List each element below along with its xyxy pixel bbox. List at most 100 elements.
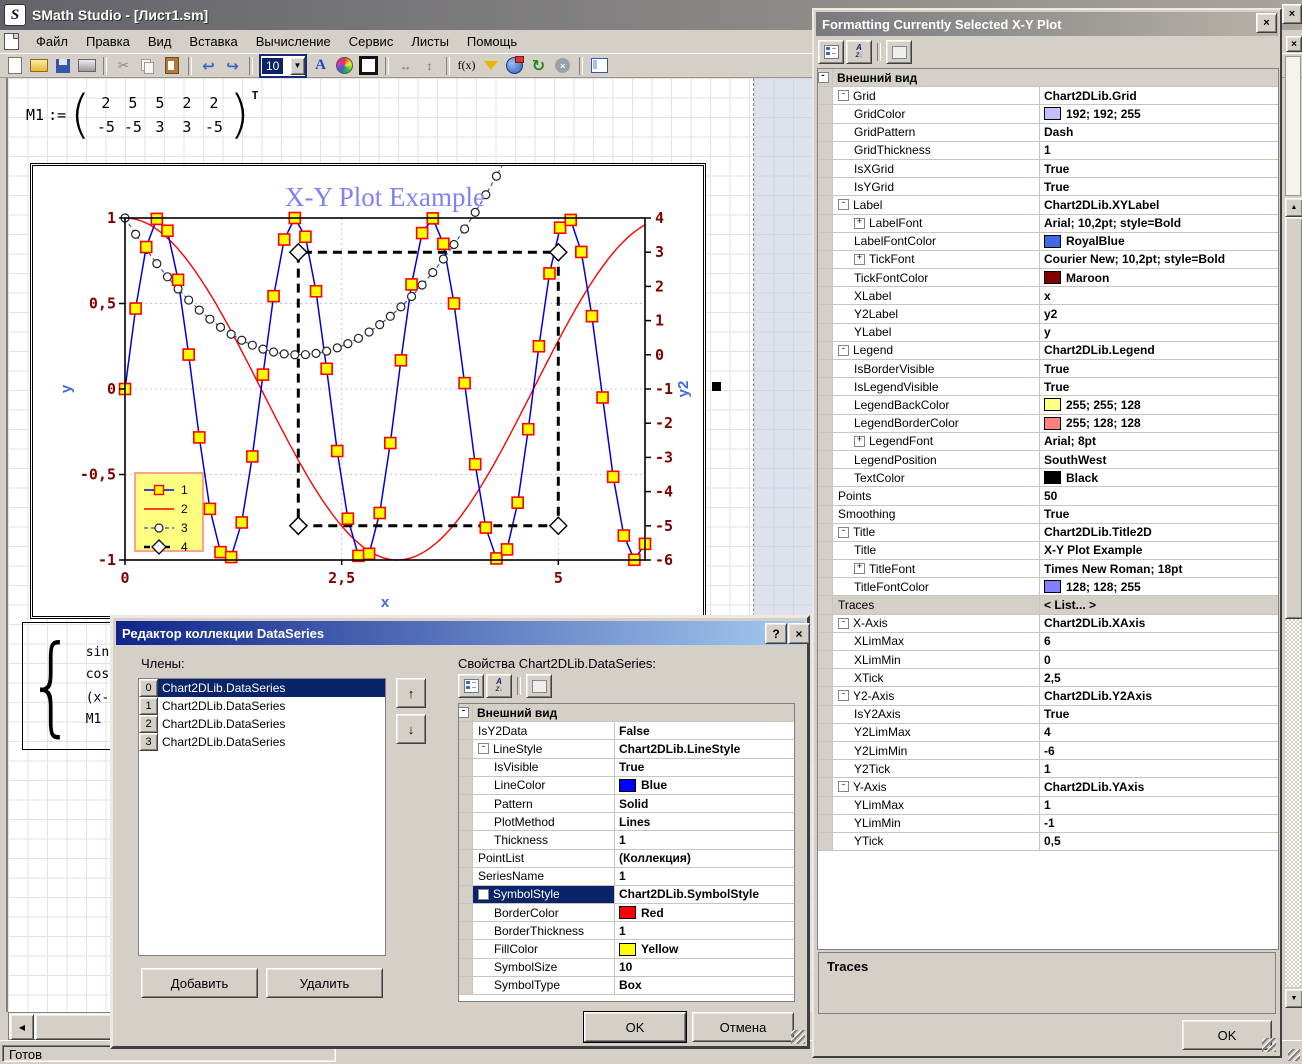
menu-вставка[interactable]: Вставка bbox=[180, 31, 246, 52]
menu-вид[interactable]: Вид bbox=[139, 31, 181, 52]
property-row[interactable]: IsBorderVisibleTrue bbox=[818, 360, 1278, 378]
property-value[interactable]: 10 bbox=[615, 959, 794, 976]
collapse-icon[interactable]: - bbox=[838, 527, 849, 538]
menu-правка[interactable]: Правка bbox=[77, 31, 139, 52]
property-row[interactable]: LegendBackColor255; 255; 128 bbox=[818, 396, 1278, 414]
dataseries-list-item[interactable]: 3Chart2DLib.DataSeries bbox=[139, 733, 385, 751]
collapse-icon[interactable]: - bbox=[818, 72, 829, 83]
save-icon[interactable] bbox=[52, 55, 73, 76]
remove-button[interactable]: Удалить bbox=[266, 968, 383, 998]
expand-icon[interactable]: + bbox=[854, 218, 865, 229]
property-row[interactable]: Y2LimMax4 bbox=[818, 724, 1278, 742]
property-value[interactable]: Chart2DLib.LineStyle bbox=[615, 740, 794, 757]
property-name[interactable]: SeriesName bbox=[473, 868, 615, 885]
property-value[interactable]: -6 bbox=[1040, 742, 1278, 759]
plot-resize-handle[interactable] bbox=[712, 382, 721, 391]
property-value[interactable]: Arial; 10,2pt; style=Bold bbox=[1040, 215, 1278, 232]
mdi-close-button[interactable]: × bbox=[1286, 36, 1302, 52]
document-icon[interactable] bbox=[4, 33, 19, 50]
property-row[interactable]: +TitleFontTimes New Roman; 18pt bbox=[818, 560, 1278, 578]
property-row[interactable]: -Y2-AxisChart2DLib.Y2Axis bbox=[818, 687, 1278, 705]
window-close-button[interactable]: × bbox=[1282, 4, 1302, 24]
property-row[interactable]: TitleX-Y Plot Example bbox=[818, 542, 1278, 560]
collapse-icon[interactable]: - bbox=[838, 618, 849, 629]
fontcolor-icon[interactable]: A bbox=[310, 55, 331, 76]
collapse-icon[interactable]: - bbox=[478, 743, 489, 754]
property-value[interactable]: 6 bbox=[1040, 633, 1278, 650]
property-value[interactable]: 192; 192; 255 bbox=[1040, 105, 1278, 122]
property-name[interactable]: -Grid bbox=[833, 87, 1040, 104]
collapse-icon[interactable]: - bbox=[478, 889, 489, 900]
property-value[interactable]: y bbox=[1040, 324, 1278, 341]
property-name[interactable]: LineColor bbox=[473, 777, 615, 794]
scroll-up-button[interactable]: ▲ bbox=[1285, 198, 1302, 217]
property-row[interactable]: PlotMethodLines bbox=[459, 813, 794, 831]
formatting-ok-button[interactable]: OK bbox=[1182, 1020, 1272, 1050]
collapse-icon[interactable]: - bbox=[838, 781, 849, 792]
property-name[interactable]: Traces bbox=[833, 596, 1040, 613]
property-row[interactable]: Y2Tick1 bbox=[818, 760, 1278, 778]
panel-resize-grip[interactable] bbox=[1262, 1038, 1276, 1052]
expand-icon[interactable]: + bbox=[854, 436, 865, 447]
property-name[interactable]: YTick bbox=[833, 833, 1040, 850]
property-row[interactable]: -LegendChart2DLib.Legend bbox=[818, 342, 1278, 360]
property-row[interactable]: BorderThickness1 bbox=[459, 922, 794, 940]
property-name[interactable]: PlotMethod bbox=[473, 813, 615, 830]
property-name[interactable]: Pattern bbox=[473, 795, 615, 812]
property-value[interactable]: Dash bbox=[1040, 124, 1278, 141]
property-row[interactable]: Traces< List... > bbox=[818, 596, 1278, 614]
property-name[interactable]: -Label bbox=[833, 196, 1040, 213]
property-name[interactable]: Title bbox=[833, 542, 1040, 559]
function-system-region[interactable]: { sin(4·x)cos(x)(x-2)2M1 bbox=[22, 622, 116, 750]
property-value[interactable]: True bbox=[1040, 178, 1278, 195]
property-name[interactable]: -X-Axis bbox=[833, 615, 1040, 632]
menu-вычисление[interactable]: Вычисление bbox=[247, 31, 340, 52]
dialog-help-icon[interactable]: ? bbox=[765, 623, 787, 644]
filter-icon[interactable] bbox=[480, 55, 501, 76]
property-row[interactable]: YLimMax1 bbox=[818, 797, 1278, 815]
property-value[interactable]: Chart2DLib.Grid bbox=[1040, 87, 1278, 104]
property-row[interactable]: YTick0,5 bbox=[818, 833, 1278, 851]
property-row[interactable]: XLimMax6 bbox=[818, 633, 1278, 651]
property-name[interactable]: BorderColor bbox=[473, 904, 615, 921]
property-name[interactable]: -Title bbox=[833, 524, 1040, 541]
property-name[interactable]: YLimMin bbox=[833, 815, 1040, 832]
add-button[interactable]: Добавить bbox=[141, 968, 258, 998]
property-row[interactable]: -LineStyleChart2DLib.LineStyle bbox=[459, 740, 794, 758]
property-value[interactable]: 255; 128; 128 bbox=[1040, 415, 1278, 432]
property-name[interactable]: -SymbolStyle bbox=[473, 886, 615, 903]
property-row[interactable]: Y2LimMin-6 bbox=[818, 742, 1278, 760]
property-value[interactable]: 255; 255; 128 bbox=[1040, 396, 1278, 413]
cancel-button[interactable]: Отмена bbox=[692, 1012, 794, 1042]
property-name[interactable]: SymbolType bbox=[473, 977, 615, 994]
property-name[interactable]: TickFontColor bbox=[833, 269, 1040, 286]
collapse-icon[interactable]: - bbox=[838, 90, 849, 101]
property-value[interactable]: Maroon bbox=[1040, 269, 1278, 286]
property-name[interactable]: XLabel bbox=[833, 287, 1040, 304]
property-name[interactable]: +LegendFont bbox=[833, 433, 1040, 450]
property-row[interactable]: -X-AxisChart2DLib.XAxis bbox=[818, 615, 1278, 633]
property-value[interactable]: 1 bbox=[1040, 760, 1278, 777]
property-value[interactable]: Chart2DLib.Title2D bbox=[1040, 524, 1278, 541]
move-up-icon[interactable]: ↑ bbox=[396, 678, 426, 708]
xy-plot-region[interactable]: 10,50-0,5-143210-1-2-3-4-5-602,55X-Y Plo… bbox=[30, 163, 706, 619]
property-row[interactable]: -GridChart2DLib.Grid bbox=[818, 87, 1278, 105]
menu-сервис[interactable]: Сервис bbox=[340, 31, 403, 52]
property-value[interactable]: Chart2DLib.XYLabel bbox=[1040, 196, 1278, 213]
paste-icon[interactable] bbox=[161, 55, 182, 76]
property-name[interactable]: IsY2Data bbox=[473, 722, 615, 739]
property-row[interactable]: +TickFontCourier New; 10,2pt; style=Bold bbox=[818, 251, 1278, 269]
property-row[interactable]: +LabelFontArial; 10,2pt; style=Bold bbox=[818, 215, 1278, 233]
menu-файл[interactable]: Файл bbox=[27, 31, 77, 52]
property-row[interactable]: XLimMin0 bbox=[818, 651, 1278, 669]
palette-icon[interactable] bbox=[334, 55, 355, 76]
undo-icon[interactable]: ↩ bbox=[198, 55, 219, 76]
property-value[interactable]: True bbox=[615, 759, 794, 776]
property-name[interactable]: -LineStyle bbox=[473, 740, 615, 757]
property-name[interactable]: LegendBackColor bbox=[833, 396, 1040, 413]
property-row[interactable]: TitleFontColor128; 128; 255 bbox=[818, 578, 1278, 596]
cut-icon[interactable]: ✂ bbox=[113, 55, 134, 76]
categorized-view-icon[interactable] bbox=[818, 40, 844, 64]
property-row[interactable]: GridColor192; 192; 255 bbox=[818, 105, 1278, 123]
property-value[interactable]: < List... > bbox=[1040, 596, 1278, 613]
